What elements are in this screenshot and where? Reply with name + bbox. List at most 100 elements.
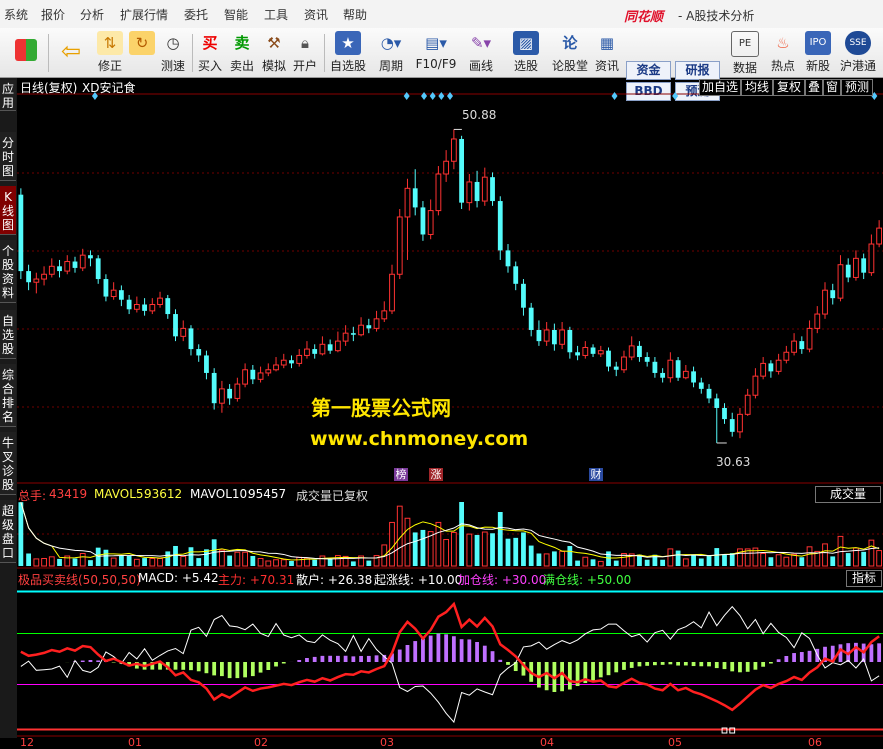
toolbar-grid-button[interactable] (8, 31, 44, 74)
forum-button[interactable]: 论 论股堂 (550, 31, 590, 74)
candle-body-down (118, 290, 124, 300)
indicator-rise-line: 起涨线: +10.00 (374, 573, 463, 587)
menu-help[interactable]: 帮助 (343, 6, 367, 23)
stock-select-label: 选股 (513, 59, 538, 73)
window-button[interactable]: 窗 (823, 79, 841, 96)
candle-body-up (760, 362, 767, 377)
time-label-may: 05 (668, 736, 682, 749)
candle-body-up (628, 345, 635, 358)
ma-button[interactable]: 均线 (741, 79, 773, 96)
open-account-button[interactable]: 🔒︎ 开户 (291, 31, 319, 74)
volume-bar-up (234, 551, 241, 567)
menu-system[interactable]: 系统 (4, 6, 28, 23)
time-label-mar: 03 (380, 736, 394, 749)
buy-button[interactable]: 买 买入 (196, 31, 224, 74)
sidebar-tab-kline[interactable]: K线图 (0, 186, 16, 235)
hk-connect-button[interactable]: SSE 沪港通 (838, 31, 878, 74)
candle-body-up (682, 370, 689, 379)
toolbar-back-button[interactable]: ⇦ (54, 31, 88, 74)
menu-quote[interactable]: 报价 (41, 6, 65, 23)
candle-body-down (799, 341, 805, 350)
sidebar-tab-super-level[interactable]: 超级盘口 (0, 500, 16, 563)
candle-body-up (110, 289, 117, 298)
menu-extended-quote[interactable]: 扩展行情 (120, 6, 168, 23)
volume-bar-up (450, 531, 457, 567)
pe-icon: PE (731, 31, 759, 57)
candle-body-down (706, 388, 712, 399)
toolbar-speed-button[interactable]: ◷ 测速 (158, 31, 188, 74)
add-watchlist-button[interactable]: 加自选 (699, 79, 741, 96)
sidebar-tab-stock-info[interactable]: 个股资料 (0, 240, 16, 303)
menu-tools[interactable]: 工具 (264, 6, 288, 23)
indicator-full-line: 满仓线: +50.00 (543, 573, 632, 587)
volume-bar-down (412, 532, 418, 566)
stock-name: XD安记食 (82, 81, 136, 95)
candle-body-down (606, 350, 611, 367)
volume-ma10-value: 95457 (248, 487, 287, 501)
candle-body-down (173, 314, 178, 337)
watchlist-label: 自选股 (329, 59, 366, 73)
overlay-button[interactable]: 叠 (805, 79, 823, 96)
watchlist-button[interactable]: ★ 自选股 (328, 31, 368, 74)
volume-bar-down (88, 560, 93, 566)
menu-analysis[interactable]: 分析 (80, 6, 104, 23)
volume-bar-up (775, 554, 782, 567)
volume-indicator-button[interactable]: 成交量 (815, 486, 881, 503)
period-label[interactable]: 日线(复权) (20, 79, 77, 96)
f10-button[interactable]: ▤▾ F10/F9 (414, 31, 458, 74)
sidebar-tab-label: 自选股 (1, 314, 14, 356)
tag-rise[interactable]: 涨 (429, 468, 443, 481)
candle-body-up (559, 329, 566, 345)
adjust-button[interactable]: 复权 (773, 79, 805, 96)
volume-bar-down (126, 555, 132, 566)
indicator-help-button[interactable]: 指标说 (846, 570, 882, 587)
sidebar-tab-intraday[interactable]: 分时图 (0, 132, 16, 181)
toolbar-restore-button[interactable]: ↻ (128, 31, 156, 74)
stock-select-button[interactable]: ▨ 选股 (506, 31, 546, 74)
indicator-add-line: 加仓线: +30.00 (458, 573, 547, 587)
volume-bar-up (296, 556, 303, 567)
data-button[interactable]: PE 数据 (730, 31, 760, 75)
candle-body-up (404, 187, 411, 218)
hotspot-button[interactable]: ♨ 热点 (768, 31, 798, 74)
candle-body-down (528, 307, 534, 330)
candle-body-up (783, 351, 790, 361)
tag-finance[interactable]: 财 (589, 468, 603, 481)
volume-bar-up (582, 556, 589, 567)
period-button[interactable]: ◔▾ 周期 (372, 31, 410, 74)
simulate-button[interactable]: ⚒ 模拟 (260, 31, 288, 74)
volume-bar-down (312, 559, 318, 566)
draw-line-button[interactable]: ✎▾ 画线 (462, 31, 500, 74)
candle-body-up (667, 359, 674, 379)
sidebar-tab-apps[interactable]: 应用 (0, 80, 16, 111)
sidebar-tab-diagnosis[interactable]: 牛叉诊股 (0, 432, 16, 495)
indicator-name[interactable]: 极品买卖线(50,50,50) (18, 571, 141, 588)
volume-bar-down (613, 560, 619, 566)
candle-body-up (304, 348, 310, 356)
candle-body-up (876, 227, 883, 245)
time-label-jan: 01 (128, 736, 142, 749)
volume-bar-down (57, 558, 62, 566)
menu-order[interactable]: 委托 (184, 6, 208, 23)
volume-bar-up (33, 558, 40, 567)
toolbar-fix-button[interactable]: ⇅ 修正 (95, 31, 125, 74)
ipo-button[interactable]: IPO 新股 (803, 31, 833, 74)
sell-button[interactable]: 卖 卖出 (228, 31, 256, 74)
menu-news[interactable]: 资讯 (304, 6, 328, 23)
sidebar-tab-label: 个股资料 (1, 244, 14, 300)
news-button[interactable]: ▦ 资讯 (592, 31, 622, 74)
lock-icon: 🔒︎ (301, 34, 309, 52)
sidebar-tab-watchlist[interactable]: 自选股 (0, 310, 16, 359)
sidebar-tab-ranking[interactable]: 综合排名 (0, 364, 16, 427)
forecast-toggle-button[interactable]: 预测 (841, 79, 873, 96)
menu-smart[interactable]: 智能 (224, 6, 248, 23)
candle-body-down (521, 283, 526, 308)
tag-rank[interactable]: 榜 (394, 468, 408, 481)
candle-body-down (497, 201, 503, 251)
event-marker-3 (429, 92, 436, 100)
volume-bar-down (513, 537, 519, 566)
candle-body-down (551, 329, 557, 345)
volume-bar-down (714, 548, 720, 566)
back-arrow-icon: ⇦ (60, 37, 82, 65)
candle-body-up (342, 332, 349, 342)
